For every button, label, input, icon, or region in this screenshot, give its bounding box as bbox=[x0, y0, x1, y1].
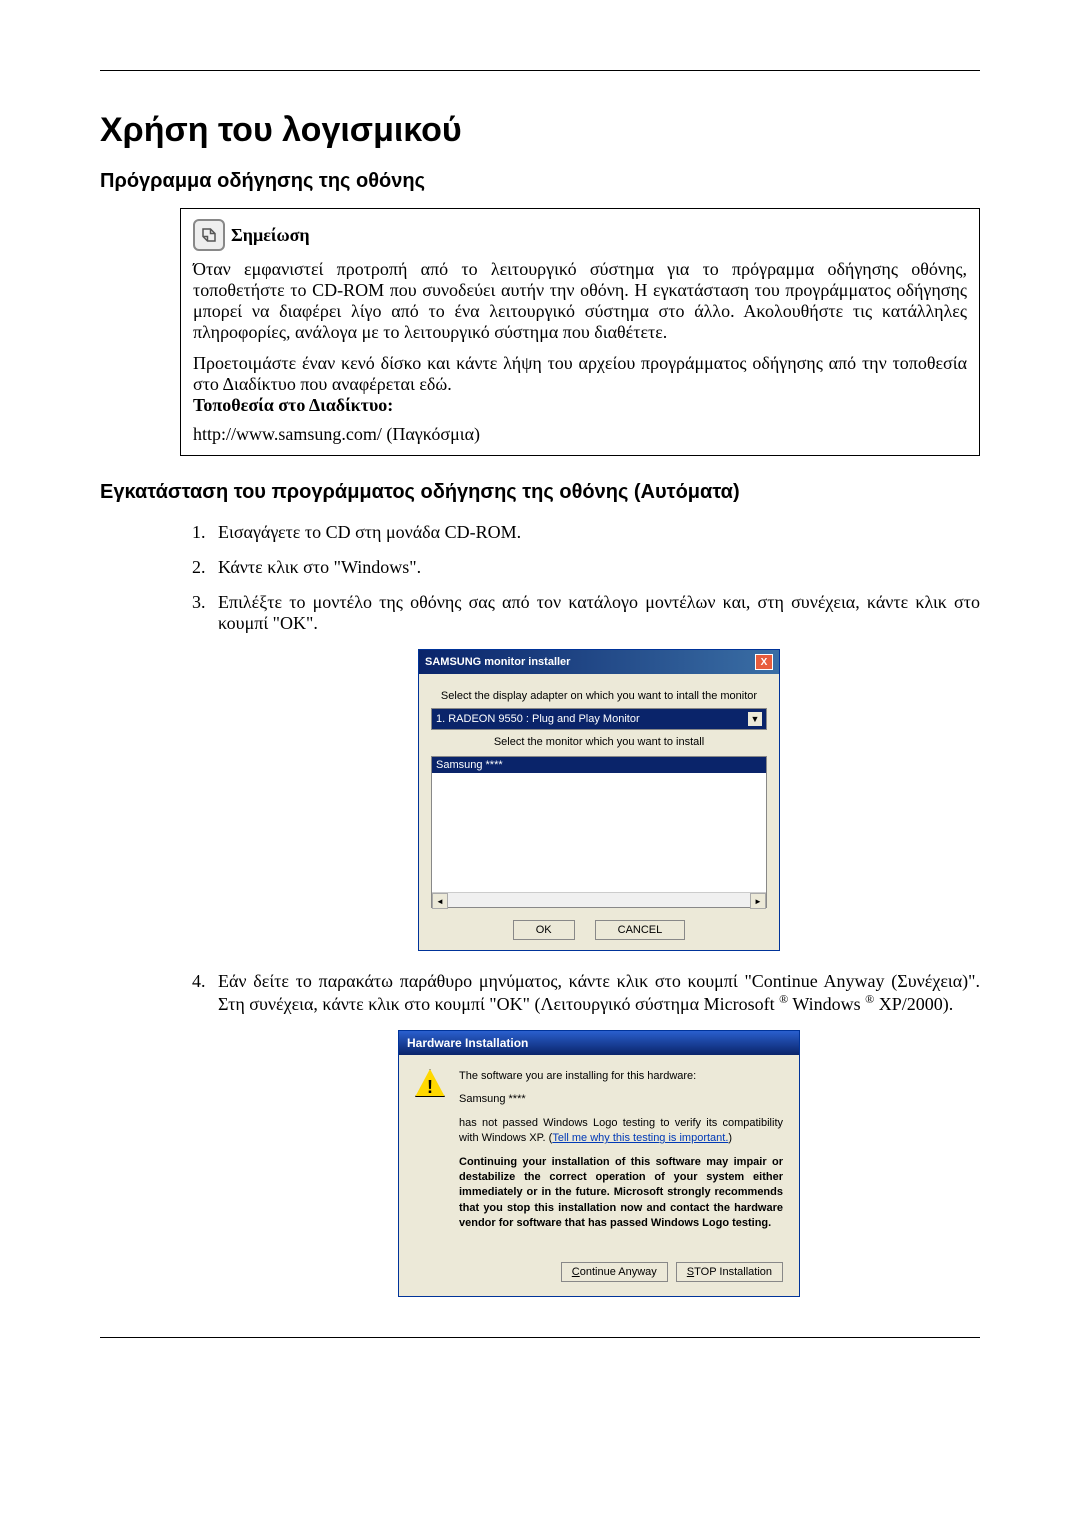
dialog1-monitor-list[interactable]: Samsung **** ◄ ► bbox=[431, 756, 767, 908]
dialog1-button-row: OK CANCEL bbox=[431, 920, 767, 940]
cancel-button[interactable]: CANCEL bbox=[595, 920, 686, 940]
dialog2-p2: Samsung **** bbox=[459, 1092, 783, 1107]
step-4-text-b: Windows bbox=[792, 994, 865, 1014]
ok-button[interactable]: OK bbox=[513, 920, 575, 940]
note-paragraph-2: Προετοιμάστε έναν κενό δίσκο και κάντε λ… bbox=[193, 353, 967, 395]
install-steps: Εισαγάγετε το CD στη μονάδα CD-ROM. Κάντ… bbox=[180, 522, 980, 1297]
dialog2-body: ! The software you are installing for th… bbox=[399, 1055, 799, 1254]
dialog1-adapter-value: 1. RADEON 9550 : Plug and Play Monitor bbox=[436, 713, 640, 725]
note-box: Σημείωση Όταν εμφανιστεί προτροπή από το… bbox=[180, 208, 980, 456]
dialog1-adapter-select[interactable]: 1. RADEON 9550 : Plug and Play Monitor ▼ bbox=[431, 708, 767, 730]
page-title: Χρήση του λογισμικού bbox=[100, 111, 980, 150]
hardware-installation-dialog: Hardware Installation ! The software you… bbox=[398, 1030, 800, 1297]
horizontal-scrollbar[interactable]: ◄ ► bbox=[432, 892, 766, 907]
registered-icon: ® bbox=[779, 992, 788, 1006]
note-header: Σημείωση bbox=[193, 219, 967, 251]
note-url: http://www.samsung.com/ (Παγκόσμια) bbox=[193, 424, 967, 445]
bottom-rule bbox=[100, 1337, 980, 1338]
step-2: Κάντε κλικ στο "Windows". bbox=[210, 557, 980, 578]
stop-installation-button[interactable]: STOP Installation bbox=[676, 1262, 783, 1282]
dialog2-link[interactable]: Tell me why this testing is important. bbox=[552, 1132, 728, 1144]
dialog2-p4: Continuing your installation of this sof… bbox=[459, 1155, 783, 1232]
note-icon bbox=[193, 219, 225, 251]
step-4-text-c: XP/2000). bbox=[874, 994, 953, 1014]
scroll-left-icon[interactable]: ◄ bbox=[432, 893, 448, 909]
scroll-track[interactable] bbox=[448, 893, 750, 907]
scroll-right-icon[interactable]: ► bbox=[750, 893, 766, 909]
dialog2-p1: The software you are installing for this… bbox=[459, 1069, 783, 1084]
chevron-down-icon[interactable]: ▼ bbox=[748, 712, 762, 726]
step-3: Επιλέξτε το μοντέλο της οθόνης σας από τ… bbox=[210, 592, 980, 951]
registered-icon: ® bbox=[865, 992, 874, 1006]
step-1: Εισαγάγετε το CD στη μονάδα CD-ROM. bbox=[210, 522, 980, 543]
warning-icon: ! bbox=[415, 1069, 445, 1240]
continue-accel: C bbox=[572, 1266, 580, 1278]
note-paragraph-1: Όταν εμφανιστεί προτροπή από το λειτουργ… bbox=[193, 259, 967, 343]
dialog1-body: Select the display adapter on which you … bbox=[419, 674, 779, 950]
continue-rest: ontinue Anyway bbox=[580, 1266, 657, 1278]
dialog2-p3b: ) bbox=[728, 1132, 732, 1144]
samsung-installer-dialog: SAMSUNG monitor installer X Select the d… bbox=[418, 649, 780, 951]
dialog1-label-monitor: Select the monitor which you want to ins… bbox=[431, 736, 767, 748]
step-3-text: Επιλέξτε το μοντέλο της οθόνης σας από τ… bbox=[218, 592, 980, 633]
note-website-label: Τοποθεσία στο Διαδίκτυο: bbox=[193, 395, 967, 416]
note-label: Σημείωση bbox=[231, 225, 310, 246]
dialog1-label-adapter: Select the display adapter on which you … bbox=[431, 690, 767, 702]
dialog1-title-text: SAMSUNG monitor installer bbox=[425, 656, 570, 668]
dialog2-button-row: Continue Anyway STOP Installation bbox=[399, 1254, 799, 1296]
dialog2-content: The software you are installing for this… bbox=[459, 1069, 783, 1240]
dialog1-titlebar: SAMSUNG monitor installer X bbox=[419, 650, 779, 674]
section-install-title: Εγκατάσταση του προγράμματος οδήγησης τη… bbox=[100, 481, 980, 504]
close-icon[interactable]: X bbox=[755, 654, 773, 670]
dialog2-p3: has not passed Windows Logo testing to v… bbox=[459, 1116, 783, 1147]
section-driver-title: Πρόγραμμα οδήγησης της οθόνης bbox=[100, 170, 980, 193]
stop-rest: TOP Installation bbox=[694, 1266, 772, 1278]
top-rule bbox=[100, 70, 980, 71]
continue-anyway-button[interactable]: Continue Anyway bbox=[561, 1262, 668, 1282]
step-4: Εάν δείτε το παρακάτω παράθυρο μηνύματος… bbox=[210, 971, 980, 1297]
dialog1-list-item[interactable]: Samsung **** bbox=[432, 757, 766, 773]
dialog2-titlebar: Hardware Installation bbox=[399, 1031, 799, 1055]
